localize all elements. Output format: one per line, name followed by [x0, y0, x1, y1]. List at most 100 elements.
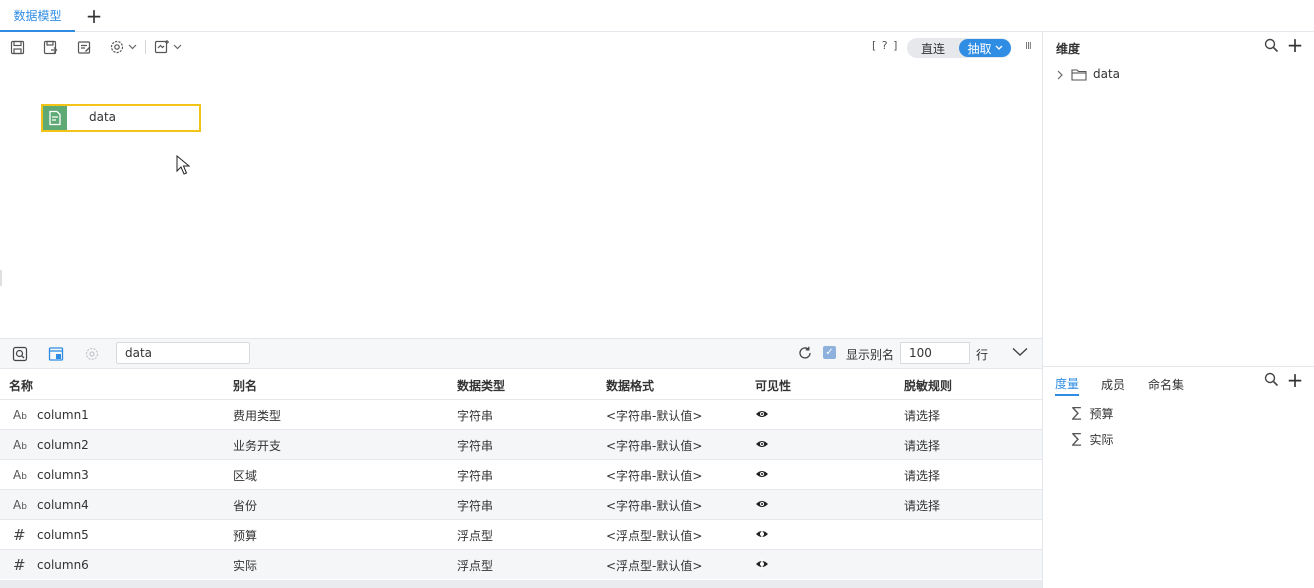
field-data-format[interactable]: <字符串-默认值> — [606, 460, 702, 490]
type-glyph-b: b — [21, 502, 27, 512]
sigma-icon: ∑ — [1072, 431, 1082, 447]
type-glyph-a: A — [13, 498, 22, 512]
table-row[interactable]: Ab column2 业务开支 字符串 <字符串-默认值> 请选择 — [0, 429, 1042, 459]
model-canvas[interactable] — [0, 60, 1042, 338]
field-data-type[interactable]: 字符串 — [457, 430, 493, 460]
type-glyph-a: A — [13, 408, 22, 422]
add-table-chevron-down-icon[interactable] — [173, 40, 183, 54]
table-row[interactable]: Ab column1 费用类型 字符串 <字符串-默认值> 请选择 — [0, 399, 1042, 429]
measure-item[interactable]: ∑ 预算 — [1072, 404, 1113, 422]
toolbar-separator — [145, 40, 146, 54]
tab-data-model[interactable]: 数据模型 — [0, 0, 75, 32]
measure-item-label: 实际 — [1089, 432, 1114, 447]
mode-extract-option[interactable]: 抽取 — [959, 39, 1011, 57]
field-name: column3 — [37, 468, 89, 482]
table-node-icon — [43, 106, 67, 130]
field-data-format[interactable]: <浮点型-默认值> — [606, 550, 702, 580]
column-header-name[interactable]: 名称 — [9, 377, 33, 394]
tab-named-set[interactable]: 命名集 — [1148, 372, 1184, 396]
column-header-data-type[interactable]: 数据类型 — [457, 377, 505, 394]
field-alias[interactable]: 预算 — [233, 520, 257, 550]
field-data-type[interactable]: 字符串 — [457, 460, 493, 490]
field-alias[interactable]: 业务开支 — [233, 430, 281, 460]
measure-item[interactable]: ∑ 实际 — [1072, 430, 1113, 448]
field-data-type[interactable]: 字符串 — [457, 400, 493, 430]
settings-chevron-down-icon[interactable] — [128, 40, 138, 54]
right-panel-divider — [1043, 366, 1314, 367]
dimension-item-label[interactable]: data — [1093, 67, 1120, 81]
canvas-edge-marker — [0, 270, 2, 286]
eye-icon[interactable] — [755, 498, 771, 512]
row-count-input[interactable]: 100 — [900, 342, 970, 364]
measure-search-icon[interactable] — [1264, 372, 1280, 388]
eye-partial-icon[interactable] — [755, 528, 771, 542]
field-data-type[interactable]: 浮点型 — [457, 550, 493, 580]
chevron-right-icon[interactable] — [1057, 68, 1067, 82]
chevron-down-icon — [995, 45, 1002, 50]
field-search-input[interactable]: data — [116, 342, 250, 364]
field-alias[interactable]: 省份 — [233, 490, 257, 520]
field-masking-rule[interactable]: 请选择 — [904, 430, 940, 460]
numeric-type-icon: # — [13, 556, 26, 574]
folder-icon — [1071, 68, 1087, 82]
column-header-alias[interactable]: 别名 — [233, 377, 257, 394]
save-icon[interactable] — [8, 38, 26, 56]
row-count-unit: 行 — [976, 348, 989, 362]
mode-direct-option[interactable]: 直连 — [913, 38, 953, 58]
eye-icon[interactable] — [755, 408, 771, 422]
panel-divider — [1042, 32, 1043, 588]
type-glyph-a: A — [13, 468, 22, 482]
refresh-icon[interactable] — [797, 345, 813, 361]
field-data-format[interactable]: <字符串-默认值> — [606, 430, 702, 460]
field-data-type[interactable]: 浮点型 — [457, 520, 493, 550]
settings-icon[interactable] — [108, 38, 126, 56]
field-alias[interactable]: 费用类型 — [233, 400, 281, 430]
help-button[interactable]: [ ? ] — [872, 39, 898, 52]
panel-resize-handle[interactable]: III — [1025, 41, 1032, 52]
eye-icon[interactable] — [755, 438, 771, 452]
type-glyph-b: b — [21, 442, 27, 452]
add-dimension-button[interactable]: + — [1286, 35, 1304, 55]
edit-icon[interactable] — [75, 38, 93, 56]
collapse-panel-chevron-icon[interactable] — [1012, 346, 1030, 360]
tab-measure[interactable]: 度量 — [1055, 372, 1080, 396]
eye-partial-icon[interactable] — [755, 558, 771, 572]
field-name: column1 — [37, 408, 89, 422]
measure-item-label: 预算 — [1089, 406, 1114, 421]
add-measure-button[interactable]: + — [1286, 370, 1304, 390]
table-row[interactable]: Ab column4 省份 字符串 <字符串-默认值> 请选择 — [0, 489, 1042, 519]
table-row[interactable]: # column5 预算 浮点型 <浮点型-默认值> — [0, 519, 1042, 549]
field-masking-rule[interactable]: 请选择 — [904, 400, 940, 430]
tab-member[interactable]: 成员 — [1101, 372, 1125, 396]
field-name: column4 — [37, 498, 89, 512]
type-glyph-a: A — [13, 438, 22, 452]
preview-icon[interactable] — [11, 345, 29, 363]
string-type-icon: Ab — [13, 490, 29, 520]
type-glyph-b: b — [21, 472, 27, 482]
field-data-format[interactable]: <字符串-默认值> — [606, 490, 702, 520]
add-table-icon[interactable] — [153, 38, 171, 56]
field-masking-rule[interactable]: 请选择 — [904, 490, 940, 520]
table-view-icon[interactable] — [47, 345, 65, 363]
show-alias-checkbox[interactable]: ✓ — [823, 346, 836, 359]
dimension-search-icon[interactable] — [1264, 38, 1280, 54]
field-masking-rule[interactable]: 请选择 — [904, 460, 940, 490]
string-type-icon: Ab — [13, 460, 29, 490]
tab-bar — [0, 0, 1314, 32]
table-row[interactable]: Ab column3 区域 字符串 <字符串-默认值> 请选择 — [0, 459, 1042, 489]
add-tab-button[interactable]: + — [84, 6, 104, 26]
column-header-data-format[interactable]: 数据格式 — [606, 377, 654, 394]
field-alias[interactable]: 实际 — [233, 550, 257, 580]
eye-icon[interactable] — [755, 468, 771, 482]
dimension-panel-title: 维度 — [1056, 42, 1081, 56]
horizontal-scrollbar[interactable] — [0, 580, 1042, 588]
field-alias[interactable]: 区域 — [233, 460, 257, 490]
column-header-visibility[interactable]: 可见性 — [755, 377, 791, 394]
field-data-format[interactable]: <浮点型-默认值> — [606, 520, 702, 550]
field-data-format[interactable]: <字符串-默认值> — [606, 400, 702, 430]
column-header-masking[interactable]: 脱敏规则 — [904, 377, 952, 394]
table-row[interactable]: # column6 实际 浮点型 <浮点型-默认值> — [0, 549, 1042, 579]
field-data-type[interactable]: 字符串 — [457, 490, 493, 520]
field-settings-icon[interactable] — [83, 345, 101, 363]
save-as-icon[interactable] — [41, 38, 59, 56]
